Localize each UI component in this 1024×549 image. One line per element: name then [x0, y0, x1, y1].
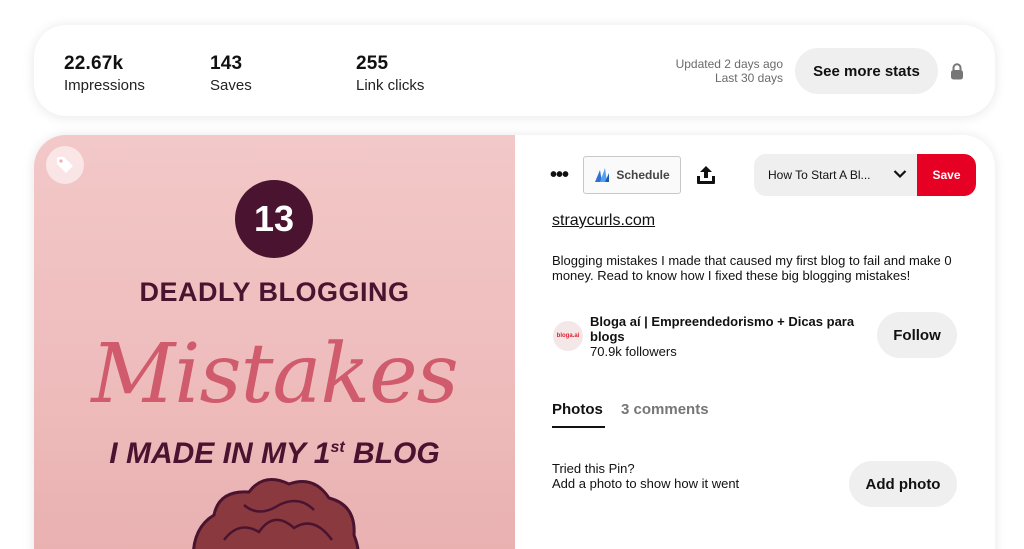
photo-prompt: Tried this Pin? Add a photo to show how … [552, 461, 739, 491]
stat-saves: 143 Saves [210, 53, 252, 94]
stats-card: 22.67k Impressions 143 Saves 255 Link cl… [34, 25, 995, 116]
tailwind-icon [595, 168, 610, 182]
impressions-label: Impressions [64, 77, 145, 94]
share-icon[interactable] [695, 164, 717, 186]
pin-source-link[interactable]: straycurls.com [552, 212, 655, 230]
saves-label: Saves [210, 77, 252, 94]
stat-impressions: 22.67k Impressions [64, 53, 145, 94]
tag-button[interactable] [46, 146, 84, 184]
tab-comments[interactable]: 3 comments [621, 401, 709, 418]
link-clicks-label: Link clicks [356, 77, 425, 94]
chevron-down-icon [893, 170, 907, 179]
saves-value: 143 [210, 53, 243, 74]
schedule-label: Schedule [616, 168, 670, 182]
period-text: Last 30 days [714, 71, 783, 85]
board-name: How To Start A Bl... [768, 168, 871, 182]
creator-avatar[interactable]: bloga.ai [553, 321, 583, 351]
add-photo-button[interactable]: Add photo [849, 461, 957, 507]
pin-card: 13 DEADLY BLOGGING Mistakes I MADE IN MY… [34, 135, 995, 549]
creator-name[interactable]: Bloga aí | Empreendedorismo + Dicas para… [590, 314, 870, 344]
stat-link-clicks: 255 Link clicks [356, 53, 424, 94]
lock-icon[interactable] [950, 63, 964, 80]
board-select[interactable]: How To Start A Bl... [754, 154, 919, 196]
follow-button[interactable]: Follow [877, 312, 957, 358]
pin-headline-bottom: I MADE IN MY 1st BLOG [109, 437, 440, 470]
tag-icon [57, 157, 73, 173]
photo-prompt-title: Tried this Pin? [552, 461, 635, 476]
pin-image[interactable]: 13 DEADLY BLOGGING Mistakes I MADE IN MY… [34, 135, 515, 549]
see-more-stats-button[interactable]: See more stats [795, 48, 938, 94]
updated-text: Updated 2 days ago [675, 57, 783, 71]
tab-photos[interactable]: Photos [552, 401, 603, 418]
pin-number-badge: 13 [235, 180, 313, 258]
link-clicks-value: 255 [356, 53, 389, 74]
save-button[interactable]: Save [917, 154, 976, 196]
pin-description: Blogging mistakes I made that caused my … [552, 253, 952, 283]
schedule-button[interactable]: Schedule [583, 156, 681, 194]
more-dots-icon[interactable]: ••• [550, 165, 574, 185]
creator-followers: 70.9k followers [590, 344, 677, 359]
photo-prompt-subtitle: Add a photo to show how it went [552, 476, 740, 491]
tab-active-underline [552, 426, 605, 428]
stats-updated: Updated 2 days ago Last 30 days [676, 57, 783, 85]
brain-illustration [192, 478, 360, 549]
impressions-value: 22.67k [64, 53, 124, 74]
pin-headline-top: DEADLY BLOGGING [139, 277, 410, 307]
pin-headline-script: Mistakes [91, 327, 458, 422]
